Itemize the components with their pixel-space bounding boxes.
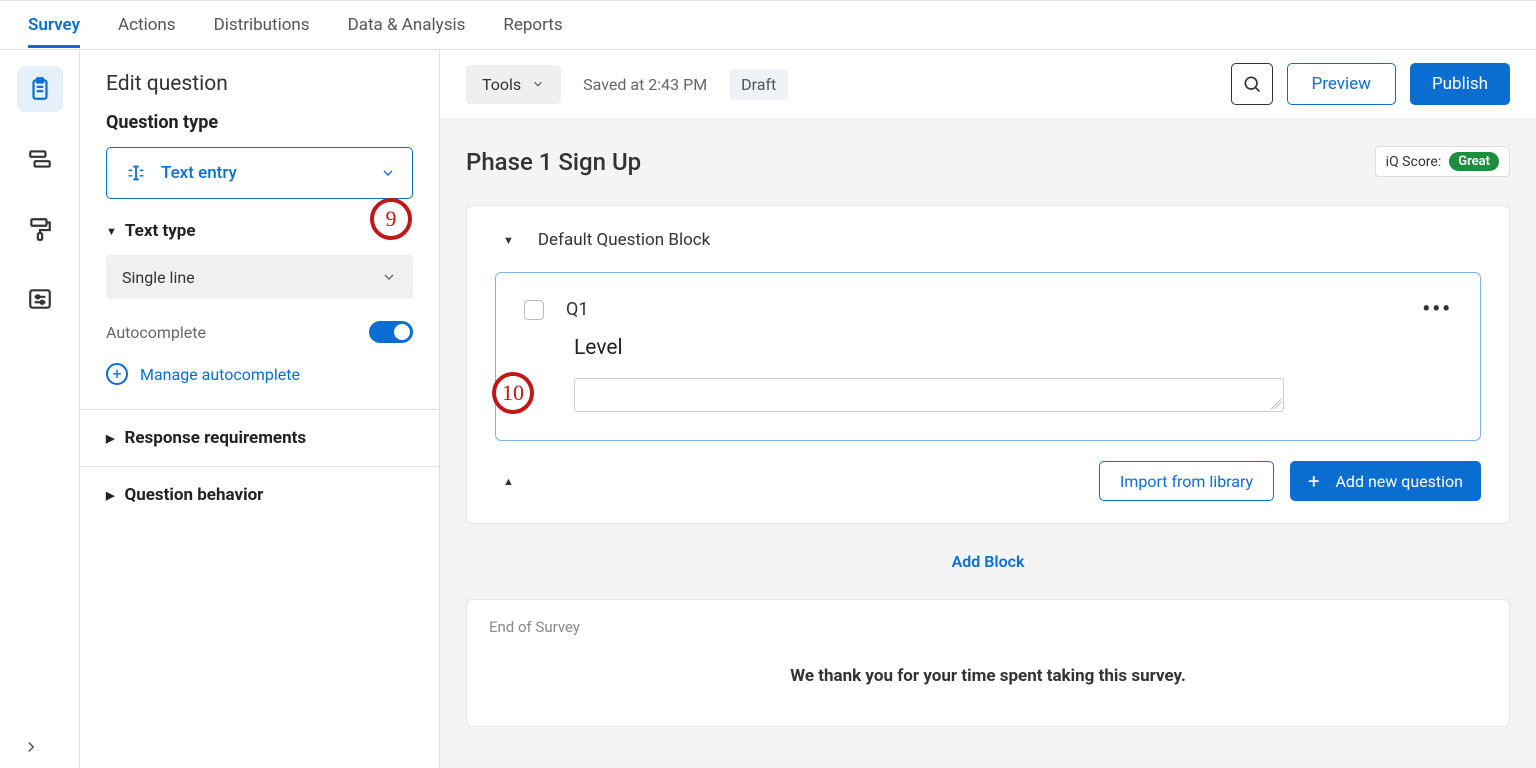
tools-button[interactable]: Tools [466, 65, 561, 104]
tab-actions[interactable]: Actions [118, 3, 176, 47]
response-requirements-row[interactable]: ▶ Response requirements [80, 409, 439, 466]
draft-badge: Draft [729, 69, 788, 100]
plus-circle-icon: + [106, 363, 128, 385]
add-new-question-label: Add new question [1335, 472, 1463, 491]
survey-title[interactable]: Phase 1 Sign Up [466, 148, 641, 176]
left-rail [0, 50, 80, 768]
tab-distributions[interactable]: Distributions [214, 3, 310, 47]
caret-right-icon: ▶ [106, 489, 114, 502]
question-type-heading: Question type [80, 112, 439, 147]
autocomplete-label: Autocomplete [106, 323, 206, 342]
tab-data-analysis[interactable]: Data & Analysis [348, 3, 466, 47]
tools-label: Tools [482, 75, 521, 94]
response-requirements-label: Response requirements [124, 428, 306, 448]
search-button[interactable] [1231, 63, 1273, 105]
block-footer-caret[interactable]: ▲ [503, 475, 514, 488]
edit-question-panel: Edit question Question type Text entry ▼… [80, 50, 440, 768]
rail-expand[interactable] [22, 738, 40, 756]
tab-reports[interactable]: Reports [503, 3, 562, 47]
question-card[interactable]: Q1 ••• Level [495, 272, 1481, 441]
chevron-down-icon [380, 165, 396, 181]
question-type-label: Text entry [161, 163, 237, 183]
question-checkbox[interactable] [524, 300, 544, 320]
manage-autocomplete-label: Manage autocomplete [140, 365, 300, 384]
text-type-label: Text type [125, 221, 196, 241]
block-name[interactable]: Default Question Block [538, 230, 710, 250]
text-type-heading[interactable]: ▼ Text type [80, 221, 439, 255]
text-type-select[interactable]: Single line [106, 255, 413, 299]
canvas-body: Phase 1 Sign Up iQ Score: Great ▼ Defaul… [440, 118, 1536, 768]
question-block: ▼ Default Question Block Q1 ••• Level ▲ … [466, 205, 1510, 524]
add-new-question-button[interactable]: + Add new question [1290, 461, 1481, 501]
preview-button[interactable]: Preview [1287, 63, 1396, 105]
flow-icon [27, 146, 53, 172]
end-of-survey-title: End of Survey [489, 618, 1487, 636]
workspace: Edit question Question type Text entry ▼… [0, 50, 1536, 768]
question-more-menu[interactable]: ••• [1422, 297, 1452, 322]
add-block-link[interactable]: Add Block [466, 552, 1510, 571]
survey-header-row: Phase 1 Sign Up iQ Score: Great [466, 146, 1510, 177]
text-entry-icon [125, 162, 147, 184]
clipboard-icon [27, 76, 53, 102]
saved-timestamp: Saved at 2:43 PM [583, 75, 707, 94]
rail-options[interactable] [17, 276, 63, 322]
chevron-down-icon [381, 269, 397, 285]
chevron-down-icon [531, 77, 545, 91]
rail-look-feel[interactable] [17, 206, 63, 252]
question-behavior-row[interactable]: ▶ Question behavior [80, 466, 439, 523]
text-type-value: Single line [122, 268, 195, 287]
canvas-header: Tools Saved at 2:43 PM Draft Preview Pub… [440, 50, 1536, 118]
chevron-right-icon [22, 738, 40, 756]
end-of-survey-message: We thank you for your time spent taking … [489, 666, 1487, 686]
import-from-library-button[interactable]: Import from library [1099, 461, 1274, 501]
tab-survey[interactable]: Survey [28, 3, 80, 47]
search-icon [1242, 74, 1262, 94]
edit-panel-title: Edit question [80, 72, 439, 112]
autocomplete-row: Autocomplete [80, 321, 439, 357]
autocomplete-toggle[interactable] [369, 321, 413, 343]
question-type-selector[interactable]: Text entry [106, 147, 413, 199]
rail-flow[interactable] [17, 136, 63, 182]
paint-roller-icon [27, 216, 53, 242]
end-of-survey-block: End of Survey We thank you for your time… [466, 599, 1510, 727]
caret-right-icon: ▶ [106, 432, 114, 445]
sliders-icon [27, 286, 53, 312]
question-behavior-label: Question behavior [124, 485, 263, 505]
question-label[interactable]: Level [574, 336, 1452, 360]
question-number: Q1 [566, 299, 589, 320]
canvas: Tools Saved at 2:43 PM Draft Preview Pub… [440, 50, 1536, 768]
publish-button[interactable]: Publish [1410, 63, 1510, 105]
question-text-input[interactable] [574, 378, 1284, 412]
block-collapse-caret[interactable]: ▼ [503, 234, 514, 247]
iq-score-label: iQ Score: [1386, 154, 1442, 170]
plus-icon: + [1308, 471, 1319, 491]
rail-builder[interactable] [17, 66, 63, 112]
top-nav: Survey Actions Distributions Data & Anal… [0, 0, 1536, 50]
manage-autocomplete-link[interactable]: + Manage autocomplete [80, 357, 439, 409]
iq-score-value: Great [1449, 152, 1499, 171]
caret-down-icon: ▼ [106, 225, 117, 238]
iq-score-box[interactable]: iQ Score: Great [1375, 146, 1510, 177]
